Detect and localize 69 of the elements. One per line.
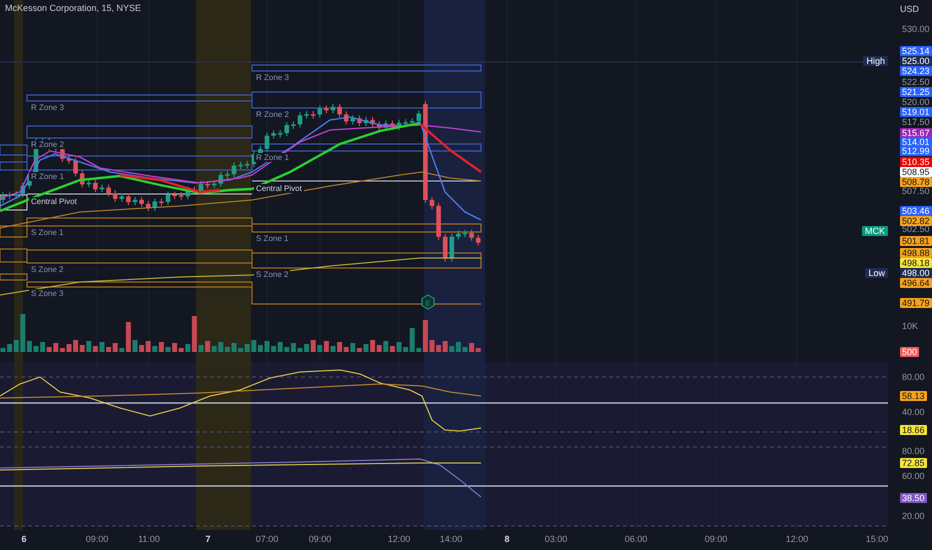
price-tag: 501.81 (900, 236, 932, 246)
time-label: 09:00 (308, 534, 332, 544)
pivot-label: Central Pivot (254, 184, 304, 193)
price-tick-label: 507.50 (902, 186, 930, 196)
time-label: 03:00 (544, 534, 568, 544)
time-label: 07:00 (254, 534, 280, 544)
price-tag: 498.18 (900, 258, 932, 268)
price-tick-label: 517.50 (902, 117, 930, 127)
price-tick-label: 40.00 (902, 407, 925, 417)
price-tag: 508.95 (900, 167, 932, 177)
price-tag: 500 (900, 347, 920, 357)
price-tag: 524.23 (900, 66, 932, 76)
price-tag: 502.82 (900, 216, 932, 226)
price-tag: 512.99 (900, 146, 932, 156)
zone-label: S Zone 2 (29, 265, 66, 274)
pivot-zone (0, 194, 28, 210)
price-tag: 498.00 (900, 268, 932, 278)
zone-label: R Zone 2 (254, 110, 291, 119)
symbol-tag: MCK (862, 226, 888, 236)
zone-label: R Zone 1 (29, 172, 66, 181)
time-label: 09:00 (84, 534, 110, 544)
price-tag: 72.85 (900, 458, 927, 468)
time-label: 12:00 (784, 534, 810, 544)
price-tick-label: 530.00 (902, 24, 930, 34)
day-label: 8 (503, 534, 510, 544)
price-marker-label: Low (865, 268, 888, 278)
day-label: 7 (204, 534, 212, 544)
price-tick-label: 520.00 (902, 97, 930, 107)
price-tag: 510.35 (900, 157, 932, 167)
price-tag: 491.79 (900, 298, 932, 308)
price-marker-label: High (863, 56, 888, 66)
chart-title: McKesson Corporation, 15, NYSE (5, 3, 142, 13)
price-tick-label: 522.50 (902, 76, 930, 86)
currency-label: USD (900, 4, 920, 14)
price-tag: 508.78 (900, 177, 932, 187)
price-tick-label: 80.00 (902, 372, 925, 382)
time-label: 11:00 (137, 534, 161, 544)
time-label: 14:00 (438, 534, 464, 544)
price-tag: 496.64 (900, 278, 932, 288)
price-tick-label: 502.50 (902, 224, 930, 234)
price-tick-label: 80.00 (902, 446, 925, 456)
day-label: 6 (20, 534, 28, 544)
price-tick-label: 60.00 (902, 471, 925, 481)
time-label: 15:00 (864, 534, 890, 544)
time-label: 06:00 (624, 534, 648, 544)
price-tag: 521.25 (900, 87, 932, 97)
time-label: 12:00 (386, 534, 412, 544)
price-tag: 58.13 (900, 391, 927, 401)
price-tick-label: 20.00 (902, 511, 925, 521)
price-tag: 525.00 (900, 56, 932, 66)
zone-label: S Zone 1 (29, 228, 66, 237)
price-tag: 503.46 (900, 206, 932, 216)
price-tag: 514.01 (900, 136, 932, 146)
zone-label: R Zone 3 (29, 103, 66, 112)
price-tag: 525.14 (900, 46, 932, 56)
zone-label: R Zone 3 (254, 73, 291, 82)
zone-label: R Zone 2 (29, 140, 66, 149)
zone-label: S Zone 1 (254, 234, 290, 243)
time-label: 09:00 (704, 534, 728, 544)
zone-label: S Zone 2 (254, 270, 290, 279)
price-tag: 515.67 (900, 128, 932, 138)
pivot-label: Central Pivot (29, 197, 79, 206)
zone-label: R Zone 1 (254, 153, 291, 162)
price-tag: 38.50 (900, 493, 927, 503)
price-tag: 18.66 (900, 425, 927, 435)
price-tag: 498.88 (900, 248, 932, 258)
price-tag: 519.01 (900, 107, 932, 117)
zone-label: S Zone 3 (29, 289, 66, 298)
price-tick-label: 10K (902, 321, 918, 331)
